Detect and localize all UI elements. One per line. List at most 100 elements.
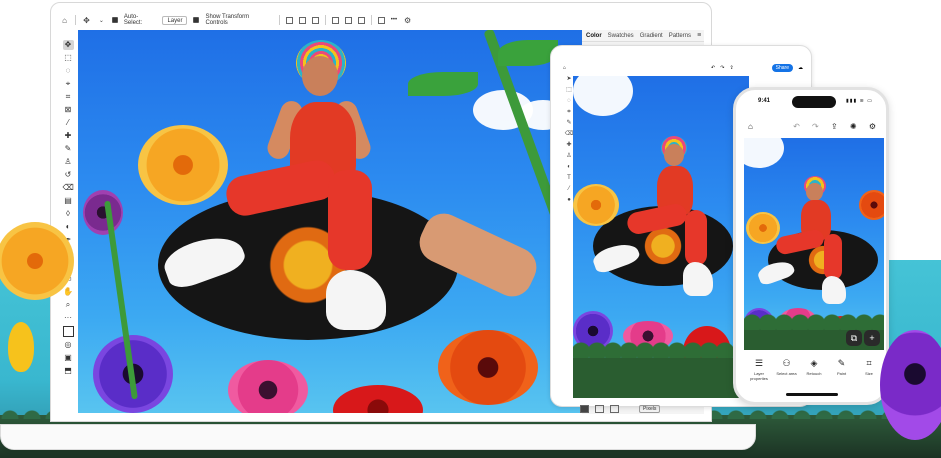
person-leg xyxy=(328,170,372,270)
artboard-icon[interactable]: ⬒ xyxy=(63,366,74,376)
view-single-icon[interactable] xyxy=(580,405,589,413)
sliders-icon: ☰ xyxy=(754,358,764,368)
crop-icon: ⌗ xyxy=(866,358,872,368)
marquee-tool-icon[interactable]: ⬚ xyxy=(63,53,74,63)
brush-tool-icon[interactable]: ✎ xyxy=(566,120,571,127)
crop-tool-icon[interactable]: ⌗ xyxy=(63,92,74,102)
clone-tool-icon[interactable]: ♙ xyxy=(566,153,571,160)
undo-icon[interactable]: ↶ xyxy=(793,122,800,131)
align-top-icon[interactable] xyxy=(331,16,339,24)
person-head xyxy=(806,183,823,201)
align-left-icon[interactable] xyxy=(285,16,293,24)
cloud xyxy=(744,138,784,168)
marketing-composite: ⌂ ✥ ⌄ Auto-Select: Layer Show Transform … xyxy=(0,0,941,458)
tool-layer-properties[interactable]: ☰ Layer properties xyxy=(746,358,772,388)
crop-tool-icon[interactable]: ⌗ xyxy=(567,109,570,116)
lasso-tool-icon[interactable]: ◌ xyxy=(63,66,74,76)
move-tool-icon[interactable]: ✥ xyxy=(62,40,74,50)
leaf xyxy=(498,40,558,66)
auto-select-checkbox[interactable] xyxy=(111,17,118,23)
redo-icon[interactable]: ↷ xyxy=(720,65,724,71)
tab-patterns[interactable]: Patterns xyxy=(669,33,691,39)
cloud-icon[interactable]: ☁ xyxy=(798,65,803,71)
redo-icon[interactable]: ↷ xyxy=(812,122,819,131)
share-button[interactable]: Share xyxy=(771,64,793,72)
screen-mode-icon[interactable]: ▣ xyxy=(63,353,74,363)
layers-button[interactable]: ⧉ xyxy=(846,330,862,346)
phone-device: 9:41 ▮▮▮ ≋ ▭ ⌂ ↶ ↷ ⇪ ✺ ⚙ ⧉ + ☰ Layer pro… xyxy=(733,87,889,405)
tablet-canvas[interactable] xyxy=(573,76,749,398)
view-grid-icon[interactable] xyxy=(595,405,604,413)
auto-select-dropdown[interactable]: Layer xyxy=(162,15,188,25)
distribute-icon[interactable] xyxy=(377,16,385,24)
transform-controls-checkbox[interactable] xyxy=(193,17,200,23)
chevron-down-icon[interactable]: ⌄ xyxy=(97,16,106,25)
align-center-icon[interactable] xyxy=(298,16,306,24)
transform-controls-label: Show Transform Controls xyxy=(205,14,250,26)
hand-tool-icon[interactable]: ✋ xyxy=(63,287,74,297)
foreground-color-swatch[interactable] xyxy=(62,326,74,337)
tool-select-area[interactable]: ⚇ Select area xyxy=(774,358,800,388)
panel-menu-icon[interactable]: ≡ xyxy=(697,32,701,39)
gradient-tool-icon[interactable]: ◐ xyxy=(567,164,571,171)
home-icon[interactable]: ⌂ xyxy=(60,16,69,25)
quick-mask-icon[interactable]: ◎ xyxy=(63,340,74,350)
more-options-icon[interactable]: ••• xyxy=(391,17,397,23)
settings-icon[interactable]: ⚙ xyxy=(869,122,876,131)
align-right-icon[interactable] xyxy=(311,16,319,24)
select-tool-icon[interactable]: ⬚ xyxy=(566,87,572,94)
eyedropper-tool-icon[interactable]: ⁄ xyxy=(568,186,569,193)
color-swatch-icon[interactable]: ● xyxy=(567,197,571,204)
panel-tabs: Color Swatches Gradient Patterns ≡ xyxy=(582,30,704,42)
blur-tool-icon[interactable]: ◊ xyxy=(63,209,74,219)
tool-size[interactable]: ⌗ Size xyxy=(856,358,882,388)
undo-icon[interactable]: ↶ xyxy=(711,65,715,71)
healing-brush-icon[interactable]: ✚ xyxy=(63,131,74,141)
cloud xyxy=(573,76,633,116)
status-time: 9:41 xyxy=(758,98,771,104)
laptop-canvas[interactable] xyxy=(78,30,582,413)
lightbulb-icon[interactable]: ✺ xyxy=(850,122,857,131)
phone-toolbar: ☰ Layer properties ⚇ Select area ◈ Retou… xyxy=(746,358,882,388)
type-tool-icon[interactable]: T xyxy=(567,175,571,182)
gear-icon[interactable]: ⚙ xyxy=(403,16,412,25)
history-brush-icon[interactable]: ↺ xyxy=(63,170,74,180)
move-tool-icon[interactable]: ➤ xyxy=(566,76,571,83)
more-tools-icon[interactable]: ··· xyxy=(63,313,74,323)
phone-canvas[interactable] xyxy=(744,138,884,350)
zoom-tool-icon[interactable]: ⌕ xyxy=(63,300,74,310)
brush-tool-icon[interactable]: ✎ xyxy=(63,144,74,154)
person-head xyxy=(664,144,684,166)
frame-tool-icon[interactable]: ⊠ xyxy=(63,105,74,115)
add-button[interactable]: + xyxy=(864,330,880,346)
eyedropper-tool-icon[interactable]: ⁄ xyxy=(63,118,74,128)
tool-retouch[interactable]: ◈ Retouch xyxy=(801,358,827,388)
export-icon[interactable]: ⇪ xyxy=(831,122,838,131)
yellow-flower xyxy=(746,212,780,244)
clone-stamp-icon[interactable]: ♙ xyxy=(63,157,74,167)
tab-gradient[interactable]: Gradient xyxy=(640,33,663,39)
heal-tool-icon[interactable]: ✚ xyxy=(566,142,571,149)
tab-color[interactable]: Color xyxy=(586,33,602,39)
dodge-tool-icon[interactable]: ◐ xyxy=(63,222,74,232)
view-compare-icon[interactable] xyxy=(610,405,619,413)
home-icon[interactable]: ⌂ xyxy=(563,65,566,71)
home-icon[interactable]: ⌂ xyxy=(748,122,753,131)
gradient-tool-icon[interactable]: ▤ xyxy=(63,196,74,206)
tab-swatches[interactable]: Swatches xyxy=(608,33,634,39)
purple-flower xyxy=(880,330,941,440)
units-dropdown[interactable]: Pixels xyxy=(639,405,661,413)
lasso-tool-icon[interactable]: ◌ xyxy=(567,98,571,105)
pink-flower xyxy=(228,360,308,413)
move-tool-icon[interactable]: ✥ xyxy=(82,16,91,25)
home-indicator xyxy=(786,393,838,396)
align-middle-icon[interactable] xyxy=(344,16,352,24)
orange-flower xyxy=(438,330,538,405)
export-icon[interactable]: ⇪ xyxy=(729,65,733,71)
tool-paint[interactable]: ✎ Paint xyxy=(829,358,855,388)
object-select-tool-icon[interactable]: ⌖ xyxy=(63,79,74,89)
eraser-tool-icon[interactable]: ⌫ xyxy=(565,131,573,138)
tablet-bottom-bar: Pixels xyxy=(580,403,712,415)
eraser-tool-icon[interactable]: ⌫ xyxy=(63,183,74,193)
align-bottom-icon[interactable] xyxy=(357,16,365,24)
